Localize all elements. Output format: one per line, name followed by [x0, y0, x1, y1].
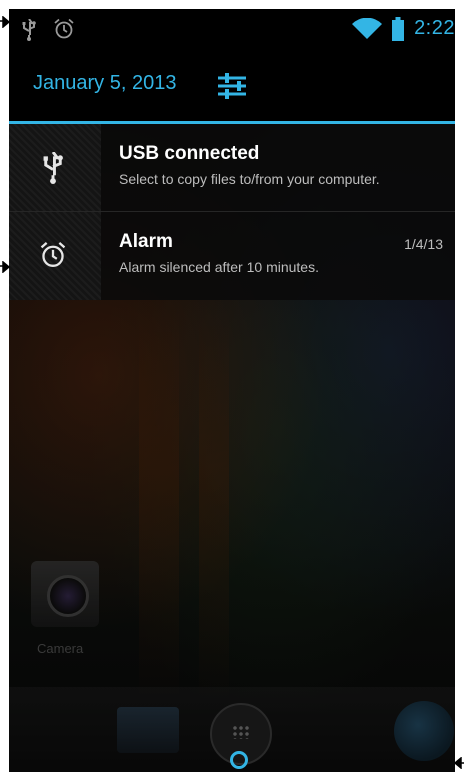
- status-clock: 2:22: [414, 17, 455, 39]
- notification-alarm[interactable]: Alarm Alarm silenced after 10 minutes. 1…: [9, 212, 455, 300]
- dock-browser-icon[interactable]: [394, 701, 454, 761]
- notification-drag-handle[interactable]: [230, 751, 248, 769]
- notification-text: Select to copy files to/from your comput…: [119, 171, 380, 187]
- usb-icon: [22, 19, 36, 41]
- notification-icon-cell: [9, 212, 101, 300]
- camera-app-label: Camera: [37, 641, 84, 656]
- quick-settings-icon[interactable]: [216, 72, 248, 100]
- notification-time: 1/4/13: [404, 236, 443, 252]
- camera-app-icon[interactable]: [31, 561, 99, 627]
- notification-header: January 5, 2013: [9, 51, 455, 124]
- wallpaper-band: [199, 309, 229, 709]
- status-bar[interactable]: 2:22: [9, 9, 455, 51]
- usb-icon: [43, 152, 63, 184]
- notification-title: USB connected: [119, 143, 260, 164]
- apps-grid-icon: [232, 725, 250, 739]
- wallpaper-band: [139, 309, 179, 709]
- callout-arrow-icon: [0, 261, 10, 273]
- phone-screen: 2:22 January 5, 2013 USB connected Selec…: [9, 9, 455, 772]
- callout-arrow-icon: [455, 757, 464, 769]
- notification-icon-cell: [9, 124, 101, 212]
- notification-title: Alarm: [119, 231, 173, 252]
- alarm-icon: [40, 242, 66, 267]
- camera-lens-icon: [47, 575, 89, 617]
- wifi-icon: [352, 18, 382, 39]
- callout-arrow-icon: [0, 16, 10, 28]
- notification-text: Alarm silenced after 10 minutes.: [119, 259, 319, 275]
- date-label: January 5, 2013: [33, 72, 177, 94]
- alarm-icon: [54, 18, 74, 39]
- notification-usb[interactable]: USB connected Select to copy files to/fr…: [9, 124, 455, 212]
- dock-app-icon[interactable]: [117, 707, 179, 753]
- battery-icon: [392, 17, 404, 41]
